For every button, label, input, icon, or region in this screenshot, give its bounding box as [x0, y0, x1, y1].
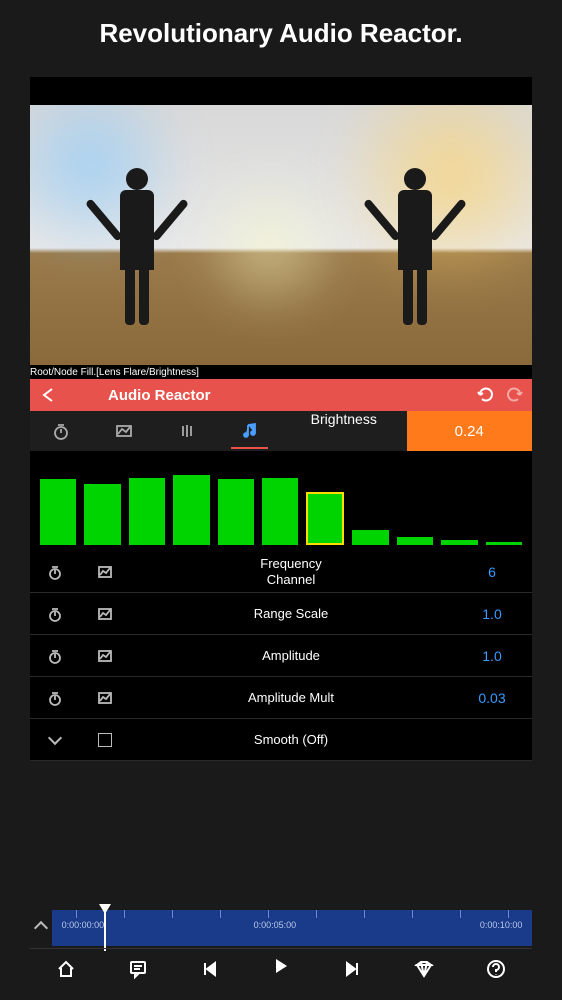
param-graph[interactable] [80, 648, 130, 664]
param-row-4[interactable]: Smooth (Off) [30, 719, 532, 761]
eq-bar-10[interactable] [486, 542, 522, 545]
graph-tab[interactable] [93, 411, 156, 451]
eq-bar-5[interactable] [262, 478, 298, 545]
param-value[interactable]: 1.0 [452, 648, 532, 664]
param-row-0[interactable]: FrequencyChannel6 [30, 551, 532, 593]
eq-bar-3[interactable] [173, 475, 209, 545]
music-tab[interactable] [218, 411, 281, 451]
param-graph[interactable] [80, 690, 130, 706]
eq-bar-4[interactable] [218, 479, 254, 545]
param-label: Range Scale [130, 606, 452, 622]
titlebar-title: Audio Reactor [108, 387, 211, 404]
lens-flare-right [332, 105, 532, 295]
param-row-1[interactable]: Range Scale1.0 [30, 593, 532, 635]
diamond-icon[interactable] [414, 959, 434, 979]
timeline-t1: 0:00:05:00 [254, 920, 297, 930]
undo-icon[interactable] [476, 385, 496, 405]
playhead[interactable] [104, 905, 106, 951]
redo-icon[interactable] [504, 385, 524, 405]
param-label: FrequencyChannel [130, 556, 452, 587]
timeline-expand-icon[interactable] [34, 921, 48, 935]
param-stopwatch[interactable] [30, 690, 80, 706]
param-stopwatch[interactable] [30, 606, 80, 622]
vibrate-icon [178, 422, 196, 440]
page-title: Revolutionary Audio Reactor. [0, 0, 562, 59]
music-icon [241, 422, 259, 440]
param-value[interactable]: 1.0 [452, 606, 532, 622]
param-label: Smooth (Off) [130, 732, 452, 748]
eq-bar-9[interactable] [441, 540, 477, 545]
eq-bar-1[interactable] [84, 484, 120, 546]
figure-right [398, 168, 432, 325]
titlebar: Audio Reactor [30, 379, 532, 411]
step-back-icon[interactable] [199, 959, 219, 979]
stopwatch-tab[interactable] [30, 411, 93, 451]
eq-bar-7[interactable] [352, 530, 388, 545]
eq-bar-2[interactable] [129, 478, 165, 545]
home-icon[interactable] [56, 959, 76, 979]
param-stopwatch[interactable] [30, 648, 80, 664]
stopwatch-icon [52, 422, 70, 440]
chevron-down-icon[interactable] [48, 730, 62, 744]
help-icon[interactable] [486, 959, 506, 979]
lens-flare-left [30, 105, 190, 265]
bottom-bar [30, 948, 532, 988]
param-label: Amplitude [130, 648, 452, 664]
video-preview[interactable] [30, 105, 532, 365]
timeline-t2: 0:00:10:00 [480, 920, 523, 930]
timeline: 0:00:00:00 0:00:05:00 0:00:10:00 [30, 910, 532, 946]
brightness-value[interactable]: 0.24 [407, 411, 533, 451]
brightness-label: Brightness [281, 411, 407, 451]
param-row-2[interactable]: Amplitude1.0 [30, 635, 532, 677]
step-forward-icon[interactable] [343, 959, 363, 979]
timeline-t0: 0:00:00:00 [62, 920, 105, 930]
eq-bar-8[interactable] [397, 537, 433, 545]
back-icon[interactable] [38, 385, 58, 405]
lens-flare-center [190, 165, 350, 325]
breadcrumb: Root/Node Fill.[Lens Flare/Brightness] [30, 365, 532, 379]
timeline-track[interactable]: 0:00:00:00 0:00:05:00 0:00:10:00 [52, 910, 532, 946]
param-stopwatch[interactable] [30, 737, 80, 743]
figure-left [120, 168, 154, 325]
preview-container [30, 77, 532, 365]
param-value[interactable]: 0.03 [452, 690, 532, 706]
vibrate-tab[interactable] [156, 411, 219, 451]
params-list: FrequencyChannel6Range Scale1.0Amplitude… [30, 551, 532, 761]
play-icon[interactable] [271, 956, 291, 976]
eq-bar-0[interactable] [40, 479, 76, 545]
eq-bar-6[interactable] [306, 492, 344, 545]
param-value[interactable]: 6 [452, 564, 532, 580]
param-graph[interactable] [80, 606, 130, 622]
tab-row: Brightness 0.24 [30, 411, 532, 451]
param-graph[interactable] [80, 733, 130, 747]
checkbox[interactable] [98, 733, 112, 747]
param-stopwatch[interactable] [30, 564, 80, 580]
param-graph[interactable] [80, 564, 130, 580]
param-label: Amplitude Mult [130, 690, 452, 706]
comment-icon[interactable] [128, 959, 148, 979]
graph-icon [115, 422, 133, 440]
param-row-3[interactable]: Amplitude Mult0.03 [30, 677, 532, 719]
equalizer[interactable] [30, 451, 532, 551]
